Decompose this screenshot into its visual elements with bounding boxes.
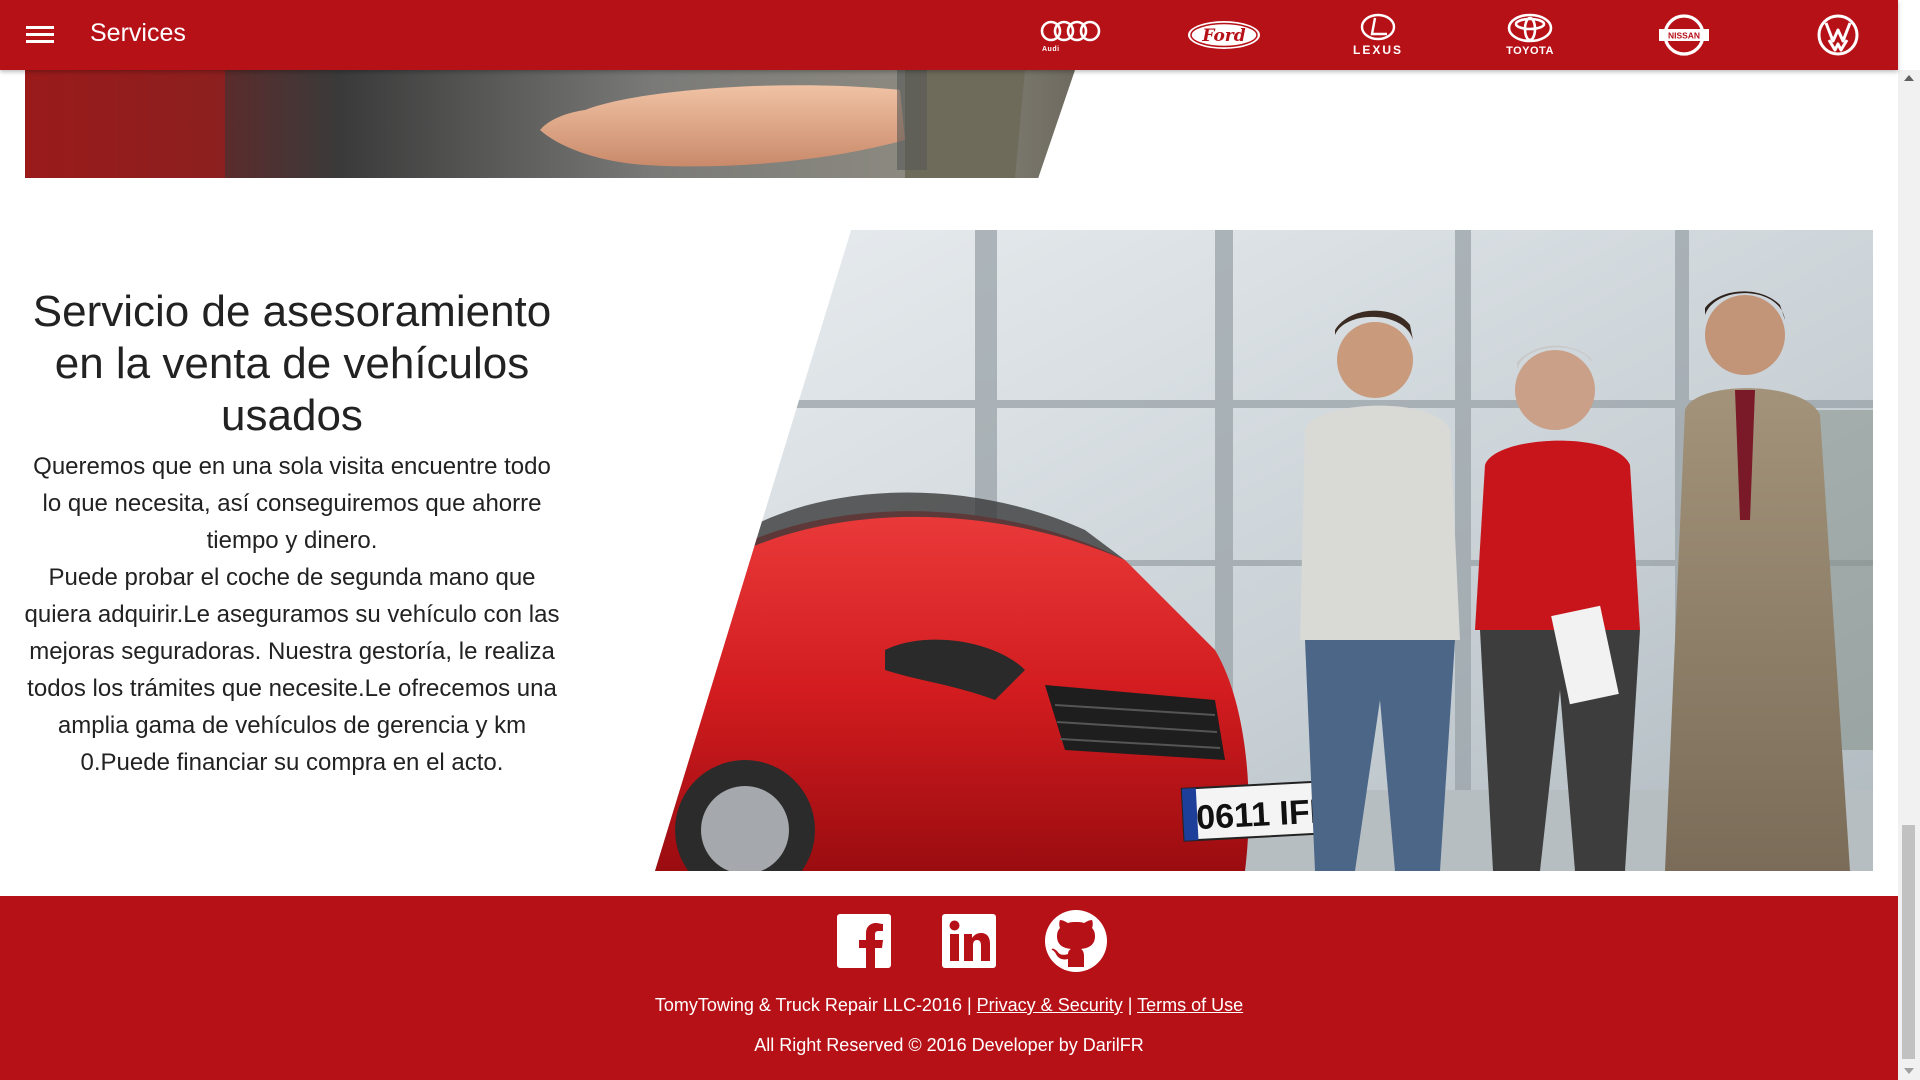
ford-label: Ford [1201,26,1245,46]
scroll-up-arrow-icon[interactable] [1904,75,1914,81]
footer-separator: | [1127,995,1133,1015]
audi-rings-icon [1040,20,1101,41]
github-icon[interactable] [1044,909,1108,973]
brand-vw-logo[interactable] [1814,6,1862,64]
service-paragraph-2: Puede probar el coche de segunda mano qu… [24,564,560,776]
page-scrollbar[interactable] [1898,70,1920,1080]
brand-audi-logo[interactable]: Audi [1036,6,1106,64]
brand-lexus-logo[interactable]: LEXUS [1338,6,1418,64]
service-title: Servicio de asesoramiento en la venta de… [32,287,552,440]
service-description-block: Servicio de asesoramiento en la venta de… [22,286,562,781]
page-title: Services [90,19,186,47]
linkedin-icon[interactable] [940,912,998,970]
service-paragraph-1: Queremos que en una sola visita encuentr… [33,453,551,554]
lexus-label: LEXUS [1352,43,1403,57]
nissan-emblem-icon: NISSAN [1659,14,1709,56]
showroom-photo-graphic: 0611 IFD [655,230,1873,871]
footer-copyright: All Right Reserved © 2016 Developer by D… [754,1035,1144,1055]
top-navbar: Services Audi Ford LEXUS TOYOTA NISSAN [0,0,1898,70]
terms-link[interactable]: Terms of Use [1137,995,1243,1015]
page: Services Audi Ford LEXUS TOYOTA NISSAN S… [0,0,1920,1080]
brand-toyota-logo[interactable]: TOYOTA [1490,6,1570,64]
vw-emblem-icon [1817,14,1859,56]
toyota-label: TOYOTA [1506,45,1554,57]
hand-photo-graphic [25,70,1075,178]
ford-oval-icon: Ford [1188,21,1260,49]
scroll-thumb[interactable] [1902,825,1915,1059]
scroll-down-arrow-icon[interactable] [1904,1068,1914,1074]
facebook-icon[interactable] [835,912,893,970]
footer-links: TomyTowing & Truck Repair LLC-2016 | Pri… [0,995,1898,1016]
brand-ford-logo[interactable]: Ford [1186,6,1262,64]
brand-nissan-logo[interactable]: NISSAN [1656,6,1712,64]
menu-icon[interactable] [26,22,54,46]
audi-label: Audi [1042,45,1060,53]
privacy-link[interactable]: Privacy & Security [977,995,1123,1015]
previous-service-image [25,70,1075,178]
footer-company: TomyTowing & Truck Repair LLC-2016 | [654,995,972,1015]
used-car-sales-image: 0611 IFD [655,230,1873,871]
lexus-emblem-icon [1360,13,1396,41]
page-footer: TomyTowing & Truck Repair LLC-2016 | Pri… [0,896,1898,1080]
nissan-label: NISSAN [1668,31,1700,41]
toyota-emblem-icon [1507,13,1553,43]
